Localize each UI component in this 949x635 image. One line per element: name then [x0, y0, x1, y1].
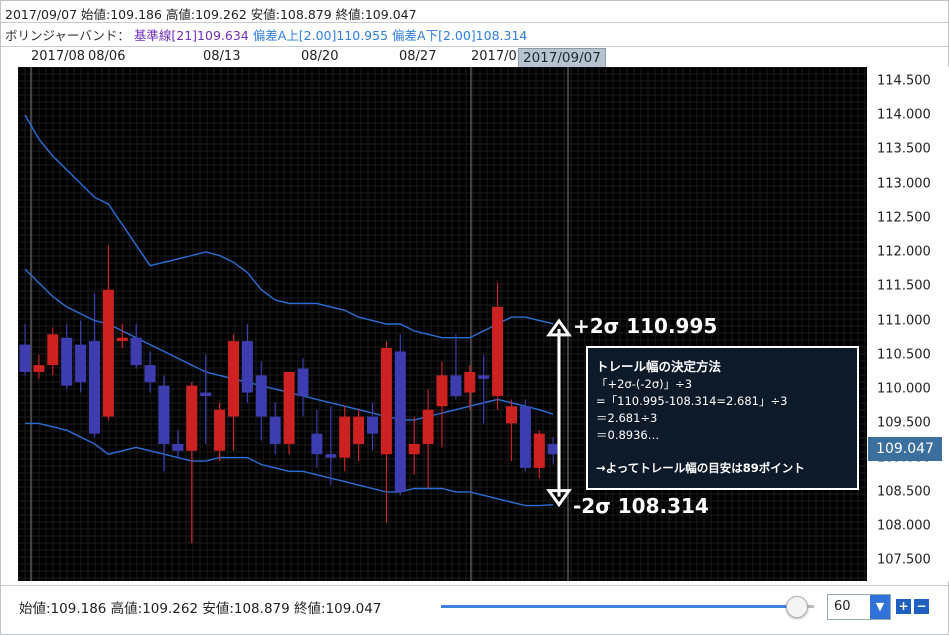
candle-body [339, 416, 351, 458]
candle-body [158, 385, 170, 444]
candle-body [311, 433, 323, 455]
date-label: 2017/08 [31, 49, 86, 64]
y-tick-label: 111.000 [877, 313, 931, 329]
candle-body [172, 443, 184, 451]
candle-body [450, 375, 462, 396]
candle-body [255, 375, 267, 417]
candle-body [464, 371, 476, 393]
candle-body [144, 365, 156, 383]
candle-body [47, 334, 59, 366]
annotation-line: =「110.995-108.314=2.681」÷3 [596, 394, 788, 408]
candle-body [519, 406, 531, 468]
lower-sigma-label: -2σ 108.314 [573, 494, 709, 518]
scroll-slider-handle[interactable] [786, 596, 808, 618]
candle-body [186, 385, 198, 451]
annotation-box: トレール幅の決定方法 「+2σ-(-2σ)」÷3 =「110.995-108.3… [586, 346, 859, 490]
candle-body [394, 351, 406, 492]
candle-body [367, 416, 378, 434]
date-label: 08/06 [88, 49, 126, 64]
candle-body [241, 341, 253, 393]
candle-body [547, 443, 559, 455]
candle-body [214, 409, 226, 451]
y-tick-label: 112.000 [877, 244, 931, 260]
indicator-upper: 偏差A上[2.00]110.955 [252, 28, 389, 43]
y-tick-label: 110.500 [877, 347, 931, 363]
candle-body [19, 344, 31, 372]
candle-body [200, 392, 212, 396]
candle-body [408, 443, 420, 455]
period-value: 60 [834, 599, 851, 614]
y-tick-label: 108.500 [877, 484, 931, 500]
indicator-header: ボリンジャーバンド： 基準線[21]109.634 偏差A上[2.00]110.… [5, 25, 527, 44]
date-label: 08/20 [301, 49, 339, 64]
y-tick-label: 112.500 [877, 210, 931, 226]
ohlc-header: 2017/09/07 始値:109.186 高値:109.262 安値:108.… [5, 7, 417, 22]
y-tick-label: 113.500 [877, 141, 931, 157]
zoom-in-button[interactable]: + [896, 599, 911, 614]
annotation-conclusion: →よってトレール幅の目安は89ポイント [596, 461, 805, 475]
date-label: 2017/0 [471, 49, 517, 64]
annotation-line: ＝2.681÷3 [596, 411, 658, 425]
annotation-line: ＝0.8936… [596, 428, 660, 442]
candle-body [325, 454, 337, 458]
upper-sigma-label: +2σ 110.995 [573, 314, 718, 338]
candle-body [353, 416, 365, 444]
candle-body [33, 365, 45, 372]
candle-body [102, 289, 114, 417]
chart-window: 2017/09/07 始値:109.186 高値:109.262 安値:108.… [0, 0, 949, 635]
y-tick-label: 114.500 [877, 73, 931, 89]
y-tick-label: 108.000 [877, 518, 931, 534]
y-tick-label: 114.000 [877, 107, 931, 123]
candle-body [130, 337, 142, 366]
bottom-toolbar: 始値:109.186 高値:109.262 安値:108.879 終値:109.… [1, 585, 948, 632]
date-axis: 2017/08 08/06 08/13 08/20 08/27 2017/0 [1, 49, 867, 67]
y-tick-label: 113.000 [877, 176, 931, 191]
candle-body [478, 375, 490, 379]
date-label: 08/13 [203, 49, 241, 64]
header-divider [1, 22, 948, 23]
candle-body [297, 368, 309, 396]
candle-body [283, 371, 295, 444]
plot-area[interactable] [18, 67, 867, 581]
candle-body [533, 433, 545, 468]
y-tick-label: 107.500 [877, 552, 931, 568]
y-tick-label: 111.500 [877, 278, 931, 294]
chevron-down-icon[interactable]: ▼ [870, 595, 890, 619]
ohlc-footer: 始値:109.186 高値:109.262 安値:108.879 終値:109.… [19, 601, 382, 617]
candlestick-chart [18, 67, 867, 581]
y-tick-label: 109.500 [877, 415, 931, 431]
annotation-title: トレール幅の決定方法 [596, 359, 722, 374]
period-select[interactable]: 60 ▼ [827, 594, 891, 620]
indicator-middle: 基準線[21]109.634 [133, 28, 249, 43]
y-tick-label: 110.000 [877, 381, 931, 397]
candle-body [89, 341, 100, 434]
candle-body [422, 409, 434, 444]
candle-body [228, 341, 239, 417]
candle-body [269, 416, 281, 444]
header-divider-2 [1, 46, 948, 47]
candle-body [506, 406, 517, 424]
candle-body [436, 375, 448, 407]
candle-body [61, 337, 73, 386]
candle-body [380, 347, 392, 455]
current-date-marker: 2017/09/07 [518, 48, 606, 68]
annotation-line: 「+2σ-(-2σ)」÷3 [596, 377, 693, 391]
candle-body [492, 306, 504, 396]
current-price-label: 109.047 [868, 437, 942, 461]
indicator-lower: 偏差A下[2.00]108.314 [392, 28, 528, 43]
price-axis[interactable]: 114.500 114.000 113.500 113.000 112.500 112.0… [867, 67, 949, 581]
zoom-out-button[interactable]: − [914, 599, 929, 614]
indicator-name: ボリンジャーバンド： [5, 28, 130, 43]
candle-body [75, 344, 87, 383]
candle-body [116, 337, 128, 342]
scroll-slider-track[interactable] [441, 605, 796, 608]
date-label: 08/27 [399, 49, 437, 64]
